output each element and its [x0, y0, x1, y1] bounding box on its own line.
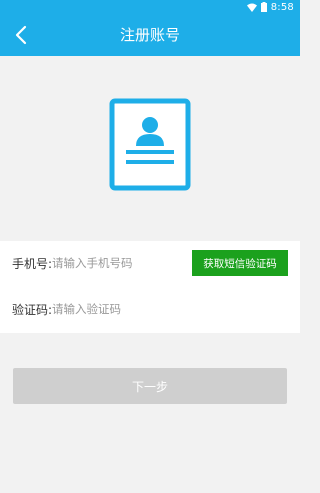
wifi-icon: [246, 3, 257, 12]
phone-label: 手机号:: [12, 256, 53, 271]
app-bar: 注册账号: [0, 14, 300, 56]
status-bar: 8:58: [0, 0, 300, 14]
id-card-icon: [109, 98, 191, 191]
status-time: 8:58: [270, 1, 294, 13]
code-row: 验证码:: [0, 287, 300, 331]
phone-row: 手机号: 获取短信验证码: [0, 241, 300, 285]
register-form: 手机号: 获取短信验证码 验证码:: [0, 241, 300, 333]
battery-icon: [260, 2, 267, 12]
next-button[interactable]: 下一步: [13, 368, 287, 404]
code-label: 验证码:: [12, 302, 53, 317]
get-sms-code-button[interactable]: 获取短信验证码: [192, 250, 288, 276]
verification-code-input[interactable]: [52, 294, 300, 324]
page-title: 注册账号: [119, 26, 180, 44]
